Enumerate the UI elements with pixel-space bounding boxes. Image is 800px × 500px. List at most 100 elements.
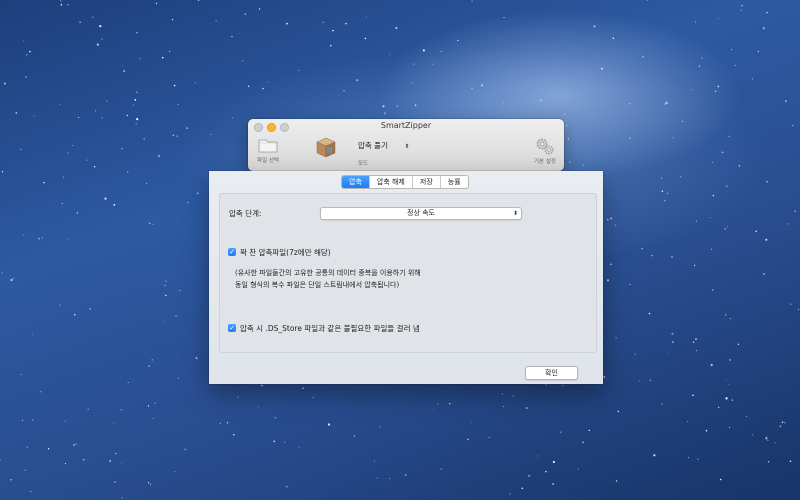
ok-button[interactable]: 확인 — [525, 366, 578, 380]
star — [738, 165, 741, 167]
star — [661, 190, 664, 192]
exclude-dsstore-checkbox[interactable]: ✓ — [228, 324, 236, 332]
star — [705, 429, 708, 432]
star — [302, 387, 304, 390]
star — [606, 279, 610, 282]
star — [440, 468, 442, 470]
star — [628, 102, 631, 105]
star — [784, 422, 786, 424]
mode-select[interactable]: 압축 풀기 ⬍ — [358, 140, 409, 151]
star — [136, 91, 138, 93]
star — [136, 118, 139, 121]
star — [67, 238, 69, 240]
star — [164, 284, 166, 287]
star — [512, 395, 514, 397]
star — [610, 217, 612, 220]
star — [168, 50, 171, 53]
star — [161, 56, 164, 59]
compression-level-value: 정상 속도 — [407, 209, 435, 217]
star — [22, 419, 24, 421]
star — [187, 201, 189, 204]
star — [133, 104, 135, 106]
star — [671, 256, 673, 258]
tab-decompress[interactable]: 압축 해제 — [368, 176, 412, 188]
star — [332, 29, 334, 32]
star — [67, 3, 69, 6]
star — [709, 216, 711, 218]
star — [649, 379, 652, 382]
settings-label: 기본 설정 — [534, 159, 556, 165]
star — [603, 376, 606, 378]
tab-save[interactable]: 저장 — [411, 176, 440, 188]
star — [179, 290, 181, 292]
star — [664, 103, 667, 105]
star — [765, 238, 768, 241]
star — [539, 99, 543, 102]
star — [440, 50, 442, 53]
star — [15, 112, 18, 114]
star — [614, 224, 617, 226]
star — [345, 22, 347, 25]
star — [197, 0, 200, 1]
star — [725, 380, 727, 382]
star — [661, 403, 663, 405]
star — [734, 64, 737, 67]
star — [3, 82, 6, 85]
star — [61, 202, 63, 204]
star — [731, 399, 734, 401]
star — [163, 320, 165, 322]
star — [396, 105, 399, 107]
star — [322, 21, 324, 24]
star — [146, 182, 148, 184]
star — [93, 165, 96, 168]
star — [30, 491, 32, 493]
star — [120, 409, 123, 411]
star — [67, 152, 69, 154]
star — [437, 403, 439, 405]
folder-icon — [258, 139, 278, 153]
star — [481, 84, 484, 87]
compression-level-select[interactable]: 정상 속도 ⬍ — [320, 207, 522, 220]
settings-button[interactable]: 기본 설정 — [528, 136, 562, 165]
star — [789, 460, 792, 462]
star — [629, 137, 631, 140]
star — [121, 65, 123, 67]
star — [745, 415, 748, 418]
star — [186, 127, 188, 129]
tab-efficiency[interactable]: 능률 — [439, 176, 468, 188]
exclude-dsstore-label[interactable]: 압축 시 .DS_Store 파일과 같은 불필요한 파일들 걸러 냄 — [240, 323, 420, 334]
star — [96, 43, 99, 46]
star — [767, 461, 770, 463]
star — [382, 105, 385, 108]
star — [712, 194, 715, 197]
star — [165, 280, 167, 282]
star — [712, 289, 714, 291]
star — [577, 468, 579, 470]
star — [20, 148, 22, 150]
star — [233, 434, 235, 436]
star — [653, 454, 656, 457]
solid-archive-checkbox[interactable]: ✓ — [228, 248, 236, 256]
star — [471, 0, 473, 2]
star — [767, 439, 769, 441]
star — [729, 426, 731, 428]
star — [231, 35, 233, 38]
star — [376, 477, 379, 479]
solid-archive-label[interactable]: 꽉 찬 압축파일(7z에만 해당) — [240, 247, 331, 258]
file-select-button[interactable]: 파일 선택 — [252, 136, 284, 164]
star — [148, 222, 151, 225]
star — [509, 493, 511, 495]
star — [43, 181, 45, 184]
star — [40, 391, 42, 393]
star — [562, 385, 564, 387]
star — [411, 82, 413, 84]
star — [82, 458, 85, 461]
star — [64, 463, 66, 465]
star — [789, 303, 792, 305]
preferences-tabs: 압축 압축 해제 저장 능률 — [341, 175, 469, 189]
tab-compress[interactable]: 압축 — [342, 176, 369, 188]
star — [364, 37, 367, 40]
star — [94, 110, 97, 112]
star — [752, 78, 754, 80]
compression-level-label: 압축 단계: — [229, 209, 262, 218]
